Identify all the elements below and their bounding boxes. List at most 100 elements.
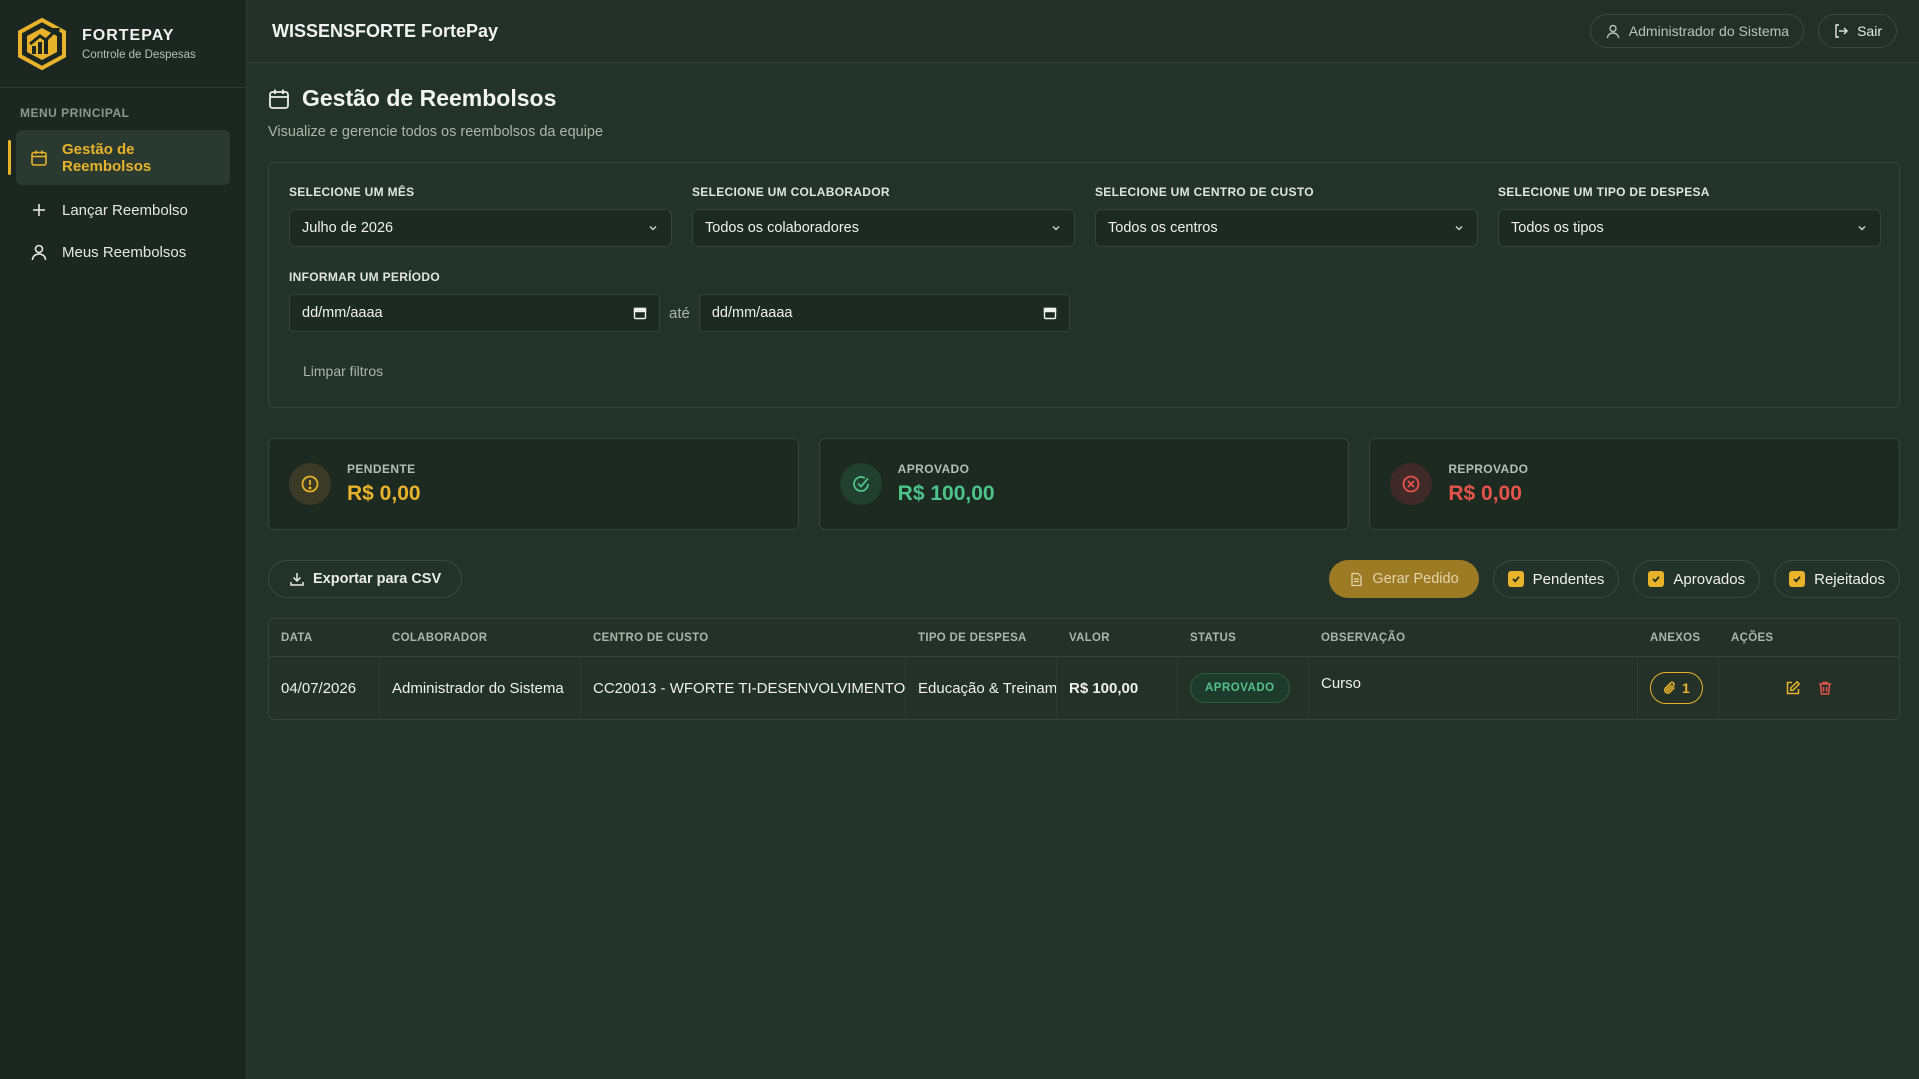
pending-label: PENDENTE [347,462,416,476]
cell-cost-center: CC20013 - WFORTE TI-DESENVOLVIMENTO [581,657,906,719]
col-expense-type[interactable]: TIPO DE DESPESA [906,632,1057,644]
col-value[interactable]: VALOR [1057,632,1178,644]
fortepay-logo-icon [18,17,66,70]
cell-actions [1719,657,1899,719]
period-filter-label: INFORMAR UM PERÍODO [289,270,441,284]
approved-label: APROVADO [897,462,970,476]
col-note[interactable]: OBSERVAÇÃO [1309,632,1638,644]
x-circle-icon [1390,463,1433,505]
topbar: WISSENSFORTE FortePay Administrador do S… [248,0,1919,63]
rejected-label: REPROVADO [1448,462,1529,476]
approved-filter-label: Aprovados [1673,570,1746,588]
status-badge: APROVADO [1190,673,1290,703]
expense-type-filter-label: SELECIONE UM TIPO DE DESPESA [1498,185,1710,199]
pending-value: R$ 0,00 [347,482,421,505]
generate-order-button[interactable]: Gerar Pedido [1329,560,1479,598]
export-csv-button[interactable]: Exportar para CSV [268,560,463,598]
user-icon [1606,24,1619,39]
check-icon [1789,571,1806,587]
rejected-filter-label: Rejeitados [1814,570,1885,588]
sidebar-menu: Gestão de Reembolsos Lançar Reembolso Me… [0,130,246,273]
reimbursements-table: DATA COLABORADOR CENTRO DE CUSTO TIPO DE… [268,618,1900,720]
rejected-card: REPROVADO R$ 0,00 [1369,438,1901,530]
logout-button[interactable]: Sair [1818,14,1897,48]
cell-collaborator: Administrador do Sistema [380,657,581,719]
calendar-icon [269,89,289,109]
brand-subtitle: Controle de Despesas [82,48,196,61]
sidebar-item-lancar-reembolso[interactable]: Lançar Reembolso [16,189,230,231]
calendar-icon[interactable] [1043,306,1057,320]
cell-date: 04/07/2026 [269,657,380,719]
approved-filter-checkbox[interactable]: Aprovados [1633,560,1761,598]
chevron-down-icon [1858,225,1866,231]
check-circle-icon [839,463,882,505]
col-status[interactable]: STATUS [1178,632,1309,644]
user-menu-button[interactable]: Administrador do Sistema [1589,14,1805,48]
sidebar-item-label: Lançar Reembolso [62,201,188,219]
start-date-placeholder: dd/mm/aaaa [302,305,383,321]
paperclip-icon [1663,681,1676,694]
end-date-placeholder: dd/mm/aaaa [711,305,793,321]
cell-attachments: 1 [1638,657,1719,719]
approved-value: R$ 100,00 [897,482,995,505]
attachments-button[interactable]: 1 [1650,672,1703,704]
start-date-input[interactable]: dd/mm/aaaa [289,294,660,332]
check-icon [1507,571,1524,587]
cost-center-select-value: Todos os centros [1108,220,1218,236]
logout-icon [1835,24,1849,38]
cell-value: R$ 100,00 [1057,657,1178,719]
brand-name: FORTEPAY [82,26,175,44]
sidebar-item-gestao-reembolsos[interactable]: Gestão de Reembolsos [8,130,230,185]
calendar-icon[interactable] [633,306,647,320]
col-actions: AÇÕES [1731,631,1774,644]
cell-status: APROVADO [1178,657,1309,719]
filters-panel: SELECIONE UM MÊS Julho de 2026 SELECIONE… [268,162,1900,408]
edit-icon[interactable] [1785,680,1801,696]
rejected-value: R$ 0,00 [1448,482,1522,505]
expense-type-select-value: Todos os tipos [1511,220,1604,236]
sidebar-item-meus-reembolsos[interactable]: Meus Reembolsos [16,231,230,273]
end-date-input[interactable]: dd/mm/aaaa [698,294,1070,332]
table-header: DATA COLABORADOR CENTRO DE CUSTO TIPO DE… [269,619,1899,657]
logout-label: Sair [1857,23,1882,39]
actions-row: Exportar para CSV Gerar Pedido Pendentes… [268,560,1900,598]
export-csv-label: Exportar para CSV [313,571,442,587]
table-row[interactable]: 04/07/2026 Administrador do Sistema CC20… [269,657,1899,719]
calendar-icon [30,149,48,167]
approved-card: APROVADO R$ 100,00 [818,438,1350,530]
cell-expense-type: Educação & Treinam [906,657,1057,719]
page-title: Gestão de Reembolsos [302,85,557,111]
collaborator-select[interactable]: Todos os colaboradores [692,209,1075,247]
sidebar: FORTEPAY Controle de Despesas MENU PRINC… [0,0,247,1079]
app-title: WISSENSFORTE FortePay [272,20,499,41]
plus-icon [30,201,48,219]
pending-filter-checkbox[interactable]: Pendentes [1492,560,1620,598]
cell-note: Curso [1309,657,1638,719]
check-icon [1648,571,1665,587]
chevron-down-icon [1455,225,1463,231]
user-icon [30,243,48,261]
expense-type-select[interactable]: Todos os tipos [1498,209,1881,247]
chevron-down-icon [1052,225,1060,231]
cost-center-select[interactable]: Todos os centros [1095,209,1478,247]
col-collaborator[interactable]: COLABORADOR [380,632,581,644]
collaborator-filter-label: SELECIONE UM COLABORADOR [692,185,890,199]
user-name: Administrador do Sistema [1628,23,1790,39]
col-cost-center[interactable]: CENTRO DE CUSTO [581,632,906,644]
cost-center-filter-label: SELECIONE UM CENTRO DE CUSTO [1095,185,1314,199]
month-select[interactable]: Julho de 2026 [289,209,672,247]
trash-icon[interactable] [1817,680,1833,696]
file-text-icon [1351,572,1363,586]
col-date[interactable]: DATA [269,632,380,644]
menu-title: MENU PRINCIPAL [20,106,130,120]
col-attachments[interactable]: ANEXOS [1638,632,1719,644]
sidebar-item-label: Gestão de Reembolsos [62,140,152,175]
clear-filters-button[interactable]: Limpar filtros [303,363,383,379]
brand[interactable]: FORTEPAY Controle de Despesas [0,0,246,88]
pending-card: PENDENTE R$ 0,00 [268,438,799,530]
sidebar-item-label: Meus Reembolsos [62,243,187,261]
rejected-filter-checkbox[interactable]: Rejeitados [1774,560,1900,598]
summary-cards: PENDENTE R$ 0,00 APROVADO R$ 100,00 REPR… [268,438,1901,530]
collaborator-select-value: Todos os colaboradores [705,220,859,236]
page-subtitle: Visualize e gerencie todos os reembolsos… [268,124,604,140]
